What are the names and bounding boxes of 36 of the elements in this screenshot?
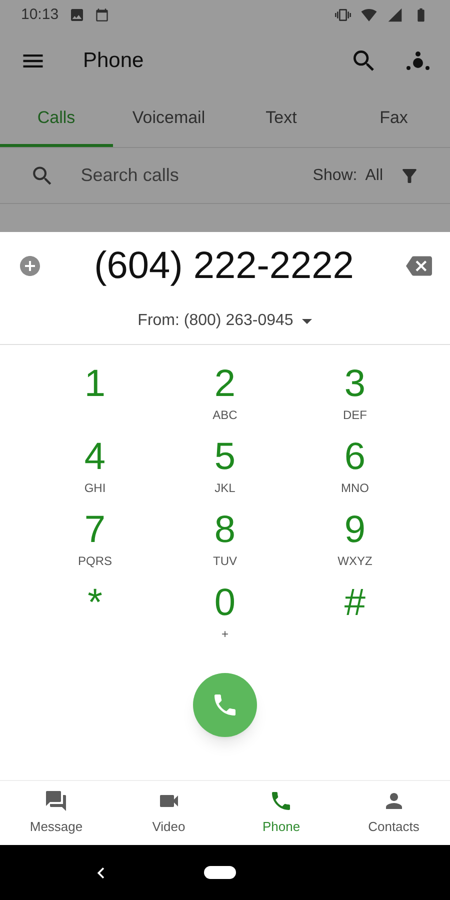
tab[interactable]: Fax [338,92,450,147]
tab[interactable]: Text [225,92,338,147]
app-title: Phone [83,48,145,74]
status-time: 10:13 [21,4,59,25]
bottom-nav-item[interactable]: Message [0,781,112,845]
image-icon [68,7,85,23]
signal-icon [387,7,403,23]
show-filter-button[interactable]: All [365,164,384,188]
dial-key[interactable]: 6 MNO [290,423,420,496]
search-field[interactable]: Search calls [80,162,313,189]
dial-key[interactable]: 7 PQRS [30,496,160,569]
show-label: Show: [312,166,358,186]
bottom-nav-item[interactable]: Phone [225,781,338,845]
vibrate-icon [335,7,351,23]
bottom-nav-item[interactable]: Video [112,781,225,845]
caret-icon [302,318,312,324]
bottom-nav-item[interactable]: Contacts [338,781,450,845]
add-contact-icon[interactable] [18,254,42,278]
dial-key[interactable]: 4 GHI [30,423,160,496]
dial-key[interactable]: 9 WXYZ [290,496,420,569]
from-number-dropdown[interactable]: From: (800) 263-0945 [138,309,312,333]
dial-key[interactable]: 5 JKL [160,423,290,496]
dial-key[interactable]: 0 + [160,569,290,642]
wifi-icon [361,7,377,23]
chat-bubbles-icon [44,789,68,814]
dialed-number: (604) 222-2222 [93,244,355,288]
calendar-icon [94,8,109,22]
dial-key[interactable]: 2 ABC [160,350,290,423]
dial-key[interactable]: 3 DEF [290,350,420,423]
dial-key[interactable]: 1 [30,350,160,423]
account-icon[interactable] [406,51,430,71]
tab[interactable]: Voicemail [112,92,225,147]
home-button[interactable] [204,866,236,879]
dial-key[interactable]: 8 TUV [160,496,290,569]
dial-key[interactable]: # [290,569,420,642]
dial-key[interactable]: * [30,569,160,642]
